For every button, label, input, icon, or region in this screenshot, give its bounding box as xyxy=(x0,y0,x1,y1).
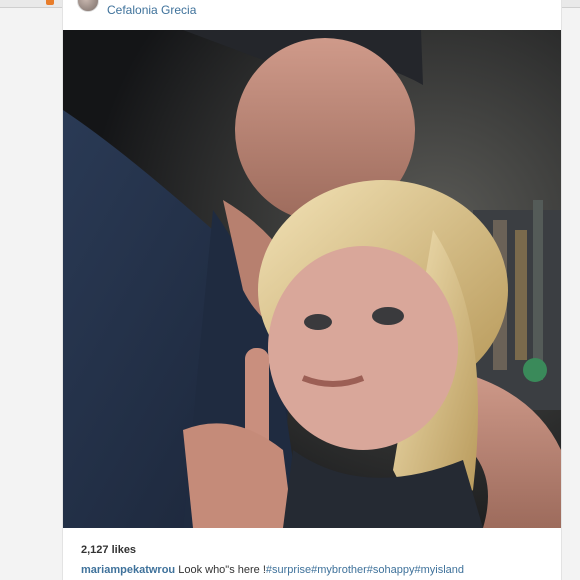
avatar[interactable] xyxy=(77,0,99,12)
post-caption: mariampekatwrou Look who"s here !#surpri… xyxy=(81,564,464,576)
post-header: Cefalonia Grecia xyxy=(77,0,547,26)
photo-illustration xyxy=(63,30,561,528)
post-photo[interactable] xyxy=(63,30,561,528)
caption-username-link[interactable]: mariampekatwrou xyxy=(81,564,175,576)
likes-count: 2,127 likes xyxy=(81,544,137,556)
hashtag-link[interactable]: #sohappy xyxy=(367,564,415,576)
instagram-post-card: Cefalonia Grecia 2,127 likes mariampekat… xyxy=(62,0,562,580)
hashtag-link[interactable]: #surprise xyxy=(266,564,311,576)
caption-text: Look who"s here ! xyxy=(175,564,266,576)
hashtag-link[interactable]: #mybrother xyxy=(311,564,367,576)
hashtag-link[interactable]: #myisland xyxy=(415,564,465,576)
tab-favicon-icon xyxy=(46,0,54,5)
location-link[interactable]: Cefalonia Grecia xyxy=(107,3,196,17)
